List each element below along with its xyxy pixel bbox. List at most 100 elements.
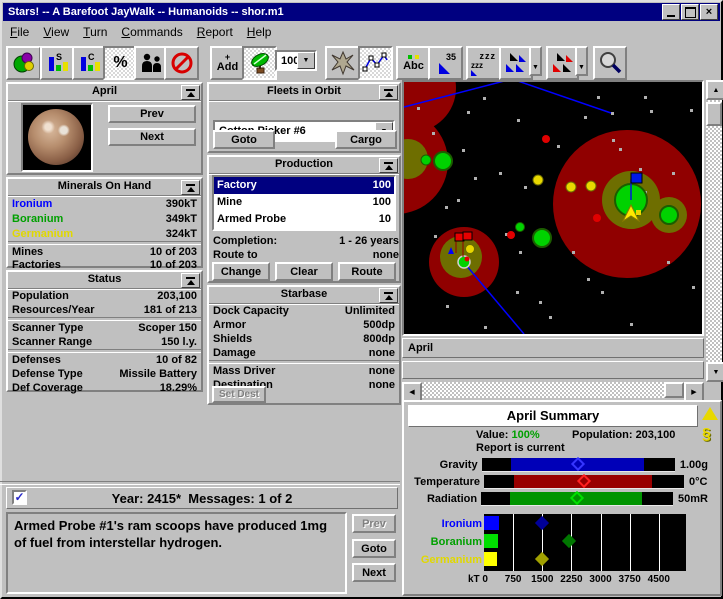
- add-waypoint-button[interactable]: + Add: [210, 46, 245, 80]
- change-production-button[interactable]: Change: [212, 262, 270, 281]
- year-message-bar: ✓ Year: 2415* Messages: 1 of 2: [6, 487, 398, 509]
- planet-panel-title: April: [8, 84, 201, 101]
- cargo-button[interactable]: Cargo: [335, 130, 397, 149]
- mineral-graph-label: Ironium: [406, 518, 482, 530]
- next-message-button[interactable]: Next: [352, 563, 396, 582]
- maximize-button[interactable]: [681, 4, 699, 20]
- queue-item[interactable]: Mine100: [214, 194, 394, 211]
- planet-value: 100%: [511, 429, 539, 441]
- mineral-row: Germanium324kT: [8, 226, 201, 241]
- goto-message-button[interactable]: Goto: [352, 539, 396, 558]
- planet-names-toggle-button[interactable]: Abc: [396, 46, 431, 80]
- population-value: 203,100: [636, 429, 676, 441]
- idle-fleets-toggle-button[interactable]: zzz zzz: [466, 46, 501, 80]
- minefield-toggle-button[interactable]: [325, 46, 360, 80]
- menu-file[interactable]: File: [3, 24, 36, 40]
- menu-view[interactable]: View: [36, 24, 76, 40]
- route-button[interactable]: Route: [338, 262, 396, 281]
- horizontal-scroll-thumb[interactable]: [664, 382, 684, 398]
- enemy-fleet-filter-dropdown[interactable]: ▼: [575, 46, 588, 76]
- temperature-row: Temperature 0°C: [408, 474, 708, 489]
- find-button[interactable]: [593, 46, 627, 80]
- scroll-left-button[interactable]: ◀: [402, 382, 422, 402]
- concentration-view-button[interactable]: C: [72, 46, 107, 80]
- surface-minerals-view-button[interactable]: S: [40, 46, 75, 80]
- ship-count-toggle-button[interactable]: 35: [428, 46, 463, 80]
- maximize-icon: [685, 7, 696, 18]
- waypoint-path-icon: [362, 51, 390, 75]
- collapse-button[interactable]: [181, 273, 200, 288]
- collapse-button[interactable]: [181, 85, 200, 100]
- scroll-down-button[interactable]: ▼: [706, 362, 723, 382]
- divider: [0, 481, 400, 485]
- queue-item[interactable]: Factory100: [214, 177, 394, 194]
- star-map-canvas: [404, 82, 702, 334]
- no-info-view-button[interactable]: [164, 46, 199, 80]
- gravity-row: Gravity 1.00g: [408, 457, 708, 472]
- map-horizontal-scrollbar[interactable]: ◀ ▶: [402, 382, 704, 398]
- minimize-button[interactable]: [662, 4, 680, 20]
- title-bar[interactable]: Stars! -- A Barefoot JayWalk -- Humanoid…: [3, 3, 720, 21]
- map-vertical-scrollbar[interactable]: ▲ ▼: [706, 80, 722, 382]
- fleet-paths-toggle-button[interactable]: [358, 46, 393, 80]
- friendly-fleet-filter-dropdown[interactable]: ▼: [529, 46, 542, 76]
- queue-item[interactable]: Armed Probe10: [214, 211, 394, 228]
- blue-triangle-icon: [436, 62, 456, 75]
- mineral-row: Boranium349kT: [8, 211, 201, 226]
- status-row: Def Coverage18.29%: [8, 381, 201, 395]
- menu-bar: File View Turn Commands Report Help: [3, 22, 720, 41]
- habitability-view-button[interactable]: [6, 46, 41, 80]
- message-text: Armed Probe #1's ram scoops have produce…: [6, 512, 347, 594]
- production-panel-title: Production: [209, 157, 399, 174]
- message-filter-checkbox[interactable]: ✓: [12, 490, 27, 505]
- production-queue-list[interactable]: Factory100 Mine100 Armed Probe10: [212, 175, 396, 231]
- scroll-right-button[interactable]: ▶: [684, 382, 704, 402]
- collapse-button[interactable]: [379, 288, 398, 303]
- collapse-button[interactable]: [379, 85, 398, 100]
- menu-commands[interactable]: Commands: [114, 24, 189, 40]
- star-map[interactable]: [402, 80, 704, 336]
- set-destination-button[interactable]: Set Dest: [212, 386, 266, 403]
- scanner-toggle-button[interactable]: [242, 46, 277, 80]
- prev-message-button[interactable]: Prev: [352, 514, 396, 533]
- scroll-up-button[interactable]: ▲: [706, 80, 723, 100]
- collapse-button[interactable]: [181, 180, 200, 195]
- clear-production-button[interactable]: Clear: [275, 262, 333, 281]
- starbase-panel-title: Starbase: [209, 287, 399, 304]
- mine-icon: [330, 50, 356, 76]
- close-button[interactable]: ×: [700, 4, 718, 20]
- status-row: Defenses10 of 82: [8, 353, 201, 367]
- status-row: Population203,100: [8, 289, 201, 303]
- mineral-graph-label: Germanium: [406, 554, 482, 566]
- report-status: Report is current: [476, 442, 565, 454]
- prev-planet-button[interactable]: Prev: [108, 105, 196, 123]
- year-text: Year: 2415* Messages: 1 of 2: [112, 491, 293, 506]
- minerals-panel-title: Minerals On Hand: [8, 179, 201, 196]
- status-row: Resources/Year181 of 213: [8, 303, 201, 317]
- minimize-icon: [667, 15, 675, 17]
- small-blue-triangle-icon: [470, 70, 478, 76]
- mineral-row: Ironium390kT: [8, 196, 201, 211]
- menu-turn[interactable]: Turn: [76, 24, 114, 40]
- menu-help[interactable]: Help: [240, 24, 279, 40]
- vertical-scroll-thumb[interactable]: [706, 102, 722, 126]
- planet-value-line: Value: 100%: [476, 429, 540, 441]
- bar-chart-s-icon: S: [45, 51, 71, 75]
- habitability-globe-icon: [11, 51, 37, 75]
- goto-fleet-button[interactable]: Goto: [213, 130, 275, 149]
- zoom-dropdown-arrow[interactable]: ▼: [297, 52, 315, 69]
- radiation-row: Radiation 50mR: [408, 491, 708, 506]
- status-row: Defense TypeMissile Battery: [8, 367, 201, 381]
- planet-value-view-button[interactable]: %: [103, 46, 138, 80]
- friendly-fleet-filter-button[interactable]: [499, 46, 533, 80]
- menu-report[interactable]: Report: [190, 24, 240, 40]
- next-planet-button[interactable]: Next: [108, 128, 196, 146]
- blue-fleets-icon: [504, 51, 528, 75]
- temperature-bar: [484, 475, 684, 489]
- status-row: Scanner Range150 l.y.: [8, 335, 201, 349]
- collapse-button[interactable]: [379, 158, 398, 173]
- planet-summary-panel: April Summary § Value: 100% Population: …: [402, 400, 722, 596]
- zoom-select[interactable]: 100% ▼: [275, 50, 317, 71]
- secondary-name-bar: [402, 361, 704, 379]
- planet-panel: April Prev Next: [6, 82, 203, 175]
